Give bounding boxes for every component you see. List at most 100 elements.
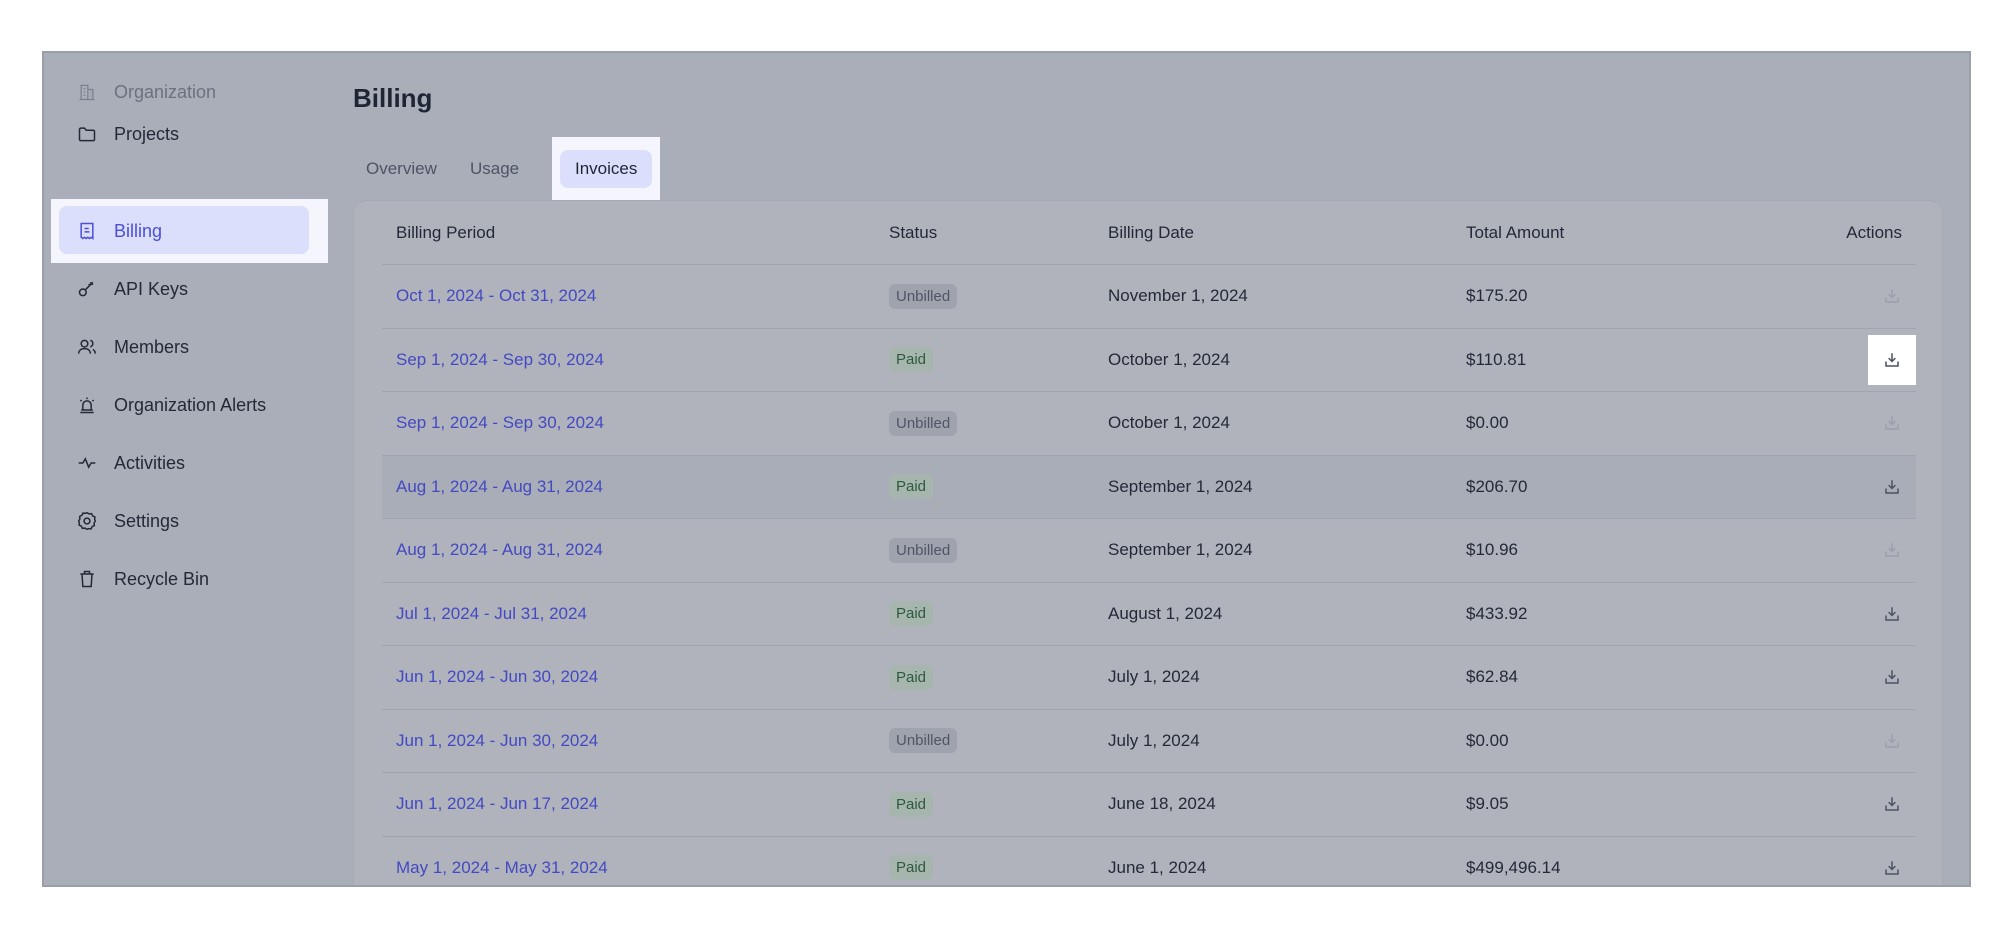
tab-overview[interactable]: Overview (353, 137, 450, 201)
total-amount: $10.96 (1466, 540, 1518, 560)
billing-date: November 1, 2024 (1108, 286, 1248, 306)
total-amount: $0.00 (1466, 730, 1509, 750)
total-amount: $62.84 (1466, 667, 1518, 687)
organization-label: Organization (114, 81, 217, 102)
download-icon (1883, 732, 1901, 750)
total-amount: $499,496.14 (1466, 857, 1561, 877)
table-row: Aug 1, 2024 - Aug 31, 2024 Unbilled Sept… (382, 519, 1916, 583)
download-invoice-button[interactable] (1868, 462, 1916, 512)
tab-usage[interactable]: Usage (457, 137, 532, 201)
download-invoice-button (1868, 525, 1916, 575)
table-row: Oct 1, 2024 - Oct 31, 2024 Unbilled Nove… (382, 265, 1916, 329)
sidebar-item-organization-alerts[interactable]: Organization Alerts (76, 385, 316, 425)
billing-period-link[interactable]: May 1, 2024 - May 31, 2024 (396, 858, 608, 877)
header-billing-date: Billing Date (1108, 222, 1194, 242)
billing-period-link[interactable]: Jun 1, 2024 - Jun 30, 2024 (396, 731, 598, 750)
download-invoice-button[interactable] (1868, 652, 1916, 702)
billing-period-link[interactable]: Sep 1, 2024 - Sep 30, 2024 (396, 350, 604, 369)
billing-period-link[interactable]: Aug 1, 2024 - Aug 31, 2024 (396, 540, 603, 559)
status-badge: Paid (889, 791, 934, 817)
status-badge: Unbilled (889, 537, 958, 563)
sidebar-item-label: Projects (114, 123, 180, 144)
download-icon (1883, 795, 1901, 813)
building-icon (76, 81, 98, 103)
sidebar-item-label: Organization Alerts (114, 394, 267, 415)
download-invoice-button[interactable] (1868, 779, 1916, 829)
status-badge: Paid (889, 347, 934, 373)
organization-header: Organization (76, 81, 216, 103)
download-invoice-button (1868, 716, 1916, 766)
download-invoice-button (1868, 271, 1916, 321)
sidebar-item-label: Activities (114, 452, 186, 473)
folder-icon (76, 123, 98, 145)
sidebar-item-recycle-bin[interactable]: Recycle Bin (76, 559, 316, 599)
download-icon (1883, 287, 1901, 305)
siren-icon (76, 394, 98, 416)
sidebar-item-label: Billing (114, 220, 163, 241)
billing-date: July 1, 2024 (1108, 667, 1200, 687)
sidebar-item-members[interactable]: Members (76, 327, 316, 367)
sidebar-item-label: API Keys (114, 278, 189, 299)
gear-icon (76, 510, 98, 532)
download-icon (1883, 541, 1901, 559)
billing-date: September 1, 2024 (1108, 540, 1253, 560)
billing-date: September 1, 2024 (1108, 476, 1253, 496)
table-row: May 1, 2024 - May 31, 2024 Paid June 1, … (382, 837, 1916, 886)
tab-invoices[interactable]: Invoices (552, 137, 661, 201)
sidebar-item-settings[interactable]: Settings (76, 501, 316, 541)
status-badge: Unbilled (889, 283, 958, 309)
table-row: Jun 1, 2024 - Jun 17, 2024 Paid June 18,… (382, 773, 1916, 837)
main-content: Billing Overview Usage Invoices Billing … (353, 53, 1969, 885)
sidebar-item-label: Members (114, 336, 190, 357)
table-row: Sep 1, 2024 - Sep 30, 2024 Paid October … (382, 329, 1916, 392)
billing-period-link[interactable]: Jun 1, 2024 - Jun 17, 2024 (396, 794, 598, 813)
billing-period-link[interactable]: Jul 1, 2024 - Jul 31, 2024 (396, 604, 587, 623)
table-row: Aug 1, 2024 - Aug 31, 2024 Paid Septembe… (382, 455, 1916, 519)
download-icon (1883, 414, 1901, 432)
table-header: Billing Period Status Billing Date Total… (382, 201, 1916, 265)
invoices-table: Billing Period Status Billing Date Total… (382, 201, 1916, 886)
sidebar-item-billing[interactable]: Billing (76, 211, 316, 251)
total-amount: $175.20 (1466, 286, 1528, 306)
header-actions: Actions (1846, 222, 1902, 242)
download-icon (1883, 668, 1901, 686)
receipt-icon (76, 220, 98, 242)
table-row: Jun 1, 2024 - Jun 30, 2024 Unbilled July… (382, 710, 1916, 773)
users-icon (76, 336, 98, 358)
status-badge: Paid (889, 474, 934, 500)
header-status: Status (889, 222, 938, 242)
key-icon (76, 278, 98, 300)
billing-date: October 1, 2024 (1108, 349, 1230, 369)
header-total-amount: Total Amount (1466, 222, 1565, 242)
sidebar-item-label: Recycle Bin (114, 568, 210, 589)
total-amount: $206.70 (1466, 476, 1528, 496)
billing-period-link[interactable]: Aug 1, 2024 - Aug 31, 2024 (396, 477, 603, 496)
sidebar-item-activities[interactable]: Activities (76, 443, 316, 483)
download-invoice-button[interactable] (1868, 334, 1916, 385)
table-row: Jul 1, 2024 - Jul 31, 2024 Paid August 1… (382, 583, 1916, 646)
total-amount: $0.00 (1466, 413, 1509, 433)
status-badge: Unbilled (889, 728, 958, 754)
status-badge: Paid (889, 855, 934, 881)
billing-date: June 1, 2024 (1108, 857, 1207, 877)
table-body: Oct 1, 2024 - Oct 31, 2024 Unbilled Nove… (382, 265, 1916, 886)
total-amount: $433.92 (1466, 603, 1528, 623)
total-amount: $110.81 (1466, 349, 1527, 369)
sidebar-item-projects[interactable]: Projects (76, 114, 316, 154)
billing-date: June 18, 2024 (1108, 794, 1216, 814)
sidebar-item-api-keys[interactable]: API Keys (76, 269, 316, 309)
table-row: Jun 1, 2024 - Jun 30, 2024 Paid July 1, … (382, 646, 1916, 710)
billing-period-link[interactable]: Oct 1, 2024 - Oct 31, 2024 (396, 286, 596, 305)
table-row: Sep 1, 2024 - Sep 30, 2024 Unbilled Octo… (382, 392, 1916, 456)
download-invoice-button[interactable] (1868, 589, 1916, 639)
status-badge: Unbilled (889, 410, 958, 436)
billing-date: October 1, 2024 (1108, 413, 1230, 433)
download-invoice-button[interactable] (1868, 843, 1916, 885)
billing-period-link[interactable]: Jun 1, 2024 - Jun 30, 2024 (396, 667, 598, 686)
download-icon (1883, 605, 1901, 623)
tab-invoices-label: Invoices (560, 150, 653, 188)
sidebar-item-label: Settings (114, 510, 180, 531)
billing-period-link[interactable]: Sep 1, 2024 - Sep 30, 2024 (396, 413, 604, 432)
status-badge: Paid (889, 664, 934, 690)
download-invoice-button (1868, 398, 1916, 448)
